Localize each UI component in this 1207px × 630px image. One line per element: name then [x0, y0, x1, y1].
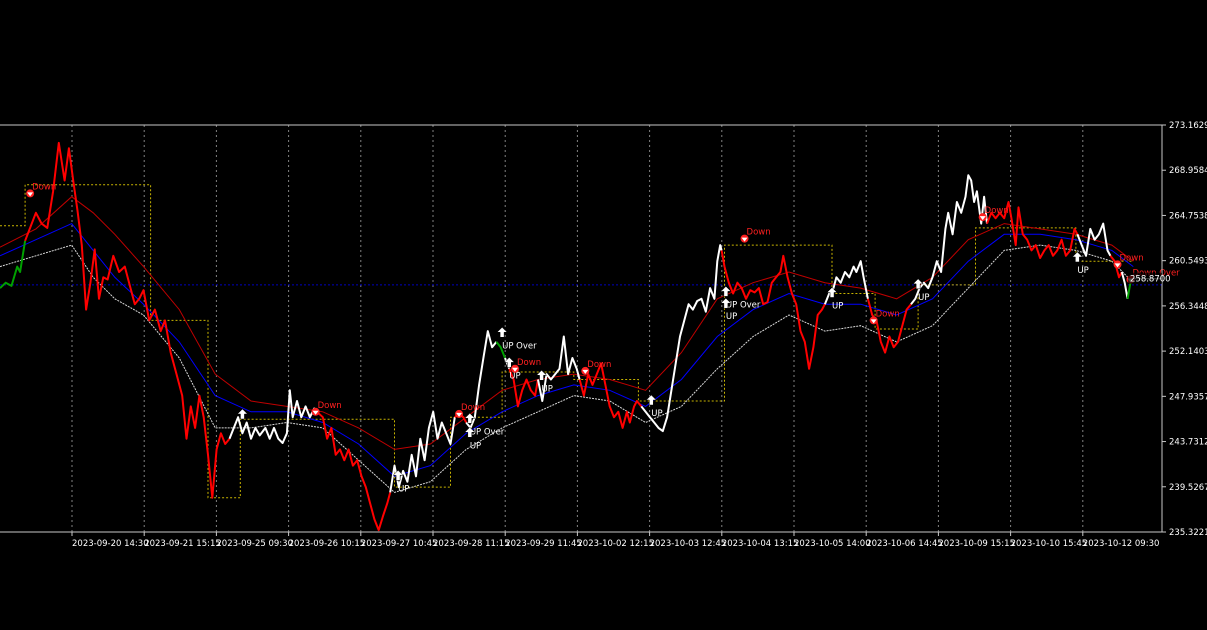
y-tick-label: 243.7312 [1169, 438, 1207, 448]
x-tick-label: 2023-09-27 10:45 [361, 539, 438, 549]
signal-label: UP [918, 293, 929, 303]
x-tick-label: 2023-10-02 12:15 [577, 539, 654, 549]
x-tick-label: 2023-10-12 09:30 [1083, 539, 1160, 549]
x-tick-label: 2023-10-09 15:15 [938, 539, 1015, 549]
x-tick-label: 2023-09-29 11:45 [505, 539, 582, 549]
y-tick-label: 268.9584 [1169, 166, 1207, 176]
x-tick-label: 2023-09-25 09:30 [216, 539, 293, 549]
x-tick-label: 2023-10-03 12:45 [650, 539, 727, 549]
signal-label: Down [876, 309, 900, 319]
signal-label: Down [985, 206, 1009, 216]
x-tick-label: 2023-09-20 14:30 [72, 539, 149, 549]
signal-label: UP [398, 484, 409, 494]
x-tick-label: 2023-10-04 13:15 [722, 539, 799, 549]
signal-label: UP [1077, 266, 1088, 276]
signal-label: UP [832, 301, 843, 311]
signal-label: Down [587, 360, 611, 370]
signal-label: Down [318, 401, 342, 411]
y-tick-label: 252.1403 [1169, 347, 1207, 357]
signal-label: Down [1120, 253, 1144, 263]
signal-label: UP [726, 312, 737, 322]
signal-label: UP [542, 384, 553, 394]
x-tick-label: 2023-10-06 14:45 [866, 539, 943, 549]
y-tick-label: 239.5267 [1169, 483, 1207, 493]
x-tick-label: 2023-09-26 10:15 [289, 539, 366, 549]
x-tick-label: 2023-10-05 14:00 [794, 539, 871, 549]
signal-label: UP [470, 441, 481, 451]
current-price-label: 258.8700 [1130, 275, 1171, 285]
y-tick-label: 273.1629 [1169, 121, 1207, 131]
y-tick-label: 256.3448 [1169, 302, 1207, 312]
price-chart[interactable]: Down Down UP Down UP Over UP UP Over UP Down UP Do… [0, 0, 1207, 626]
x-tick-label: 2023-09-28 11:15 [433, 539, 510, 549]
signal-label: Down [747, 228, 771, 238]
y-tick-label: 235.3221 [1169, 528, 1207, 538]
signal-label: Down [517, 358, 541, 368]
y-tick-label: 264.7538 [1169, 211, 1207, 221]
chart-window[interactable]: Down Down UP Down UP Over UP UP Over UP Down UP Do… [0, 0, 1207, 626]
signal-label: UP Over [502, 341, 537, 351]
y-tick-label: 247.9357 [1169, 392, 1207, 402]
current-price-layer: 258.8700 [1128, 272, 1171, 285]
signal-label: Down [32, 182, 56, 192]
signal-label: Down [461, 403, 485, 413]
signal-label: UP Over [726, 300, 761, 310]
x-tick-label: 2023-10-10 15:45 [1011, 539, 1088, 549]
signal-label: UP [509, 371, 520, 381]
y-tick-label: 260.5493 [1169, 257, 1207, 267]
signal-label: UP [651, 409, 662, 419]
x-tick-label: 2023-09-21 15:15 [144, 539, 221, 549]
